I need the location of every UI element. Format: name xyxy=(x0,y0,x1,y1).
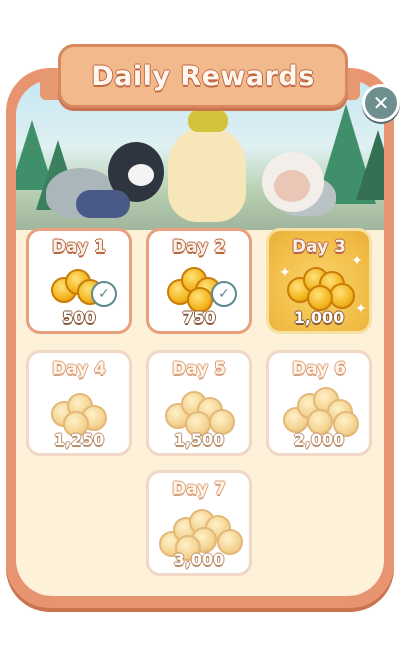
penguin-face xyxy=(128,164,154,186)
rewards-panel: Day 1 ✓ 500 Day 2 ✓ 750 Day 3 ✦ ✦ ✦ 1,00… xyxy=(6,68,394,608)
reward-card-day-7[interactable]: Day 7 3,000 xyxy=(146,470,252,576)
reward-amount: 1,250 xyxy=(53,430,105,449)
reward-amount: 3,000 xyxy=(173,550,225,569)
reward-amount: 1,500 xyxy=(173,430,225,449)
sheep-face xyxy=(274,170,310,202)
reward-card-day-3[interactable]: Day 3 ✦ ✦ ✦ 1,000 xyxy=(266,228,372,334)
close-icon: ✕ xyxy=(372,91,390,115)
reward-amount: 500 xyxy=(62,308,96,327)
reward-amount: 2,000 xyxy=(293,430,345,449)
reward-card-day-5[interactable]: Day 5 1,500 xyxy=(146,350,252,456)
flower-crown-icon xyxy=(188,110,228,132)
binoculars-icon xyxy=(76,190,130,218)
reward-card-day-6[interactable]: Day 6 2,000 xyxy=(266,350,372,456)
page-title: Daily Rewards xyxy=(91,60,315,92)
rewards-panel-inner: Day 1 ✓ 500 Day 2 ✓ 750 Day 3 ✦ ✦ ✦ 1,00… xyxy=(16,80,384,596)
reward-card-day-1[interactable]: Day 1 ✓ 500 xyxy=(26,228,132,334)
close-button[interactable]: ✕ xyxy=(362,84,400,122)
tree-decoration xyxy=(356,130,384,200)
title-banner: Daily Rewards xyxy=(58,44,348,108)
reward-card-day-4[interactable]: Day 4 1,250 xyxy=(26,350,132,456)
bunny-character xyxy=(168,126,246,222)
reward-amount: 750 xyxy=(182,308,216,327)
check-icon: ✓ xyxy=(91,281,117,307)
reward-card-day-2[interactable]: Day 2 ✓ 750 xyxy=(146,228,252,334)
reward-amount: 1,000 xyxy=(293,308,345,327)
check-icon: ✓ xyxy=(211,281,237,307)
